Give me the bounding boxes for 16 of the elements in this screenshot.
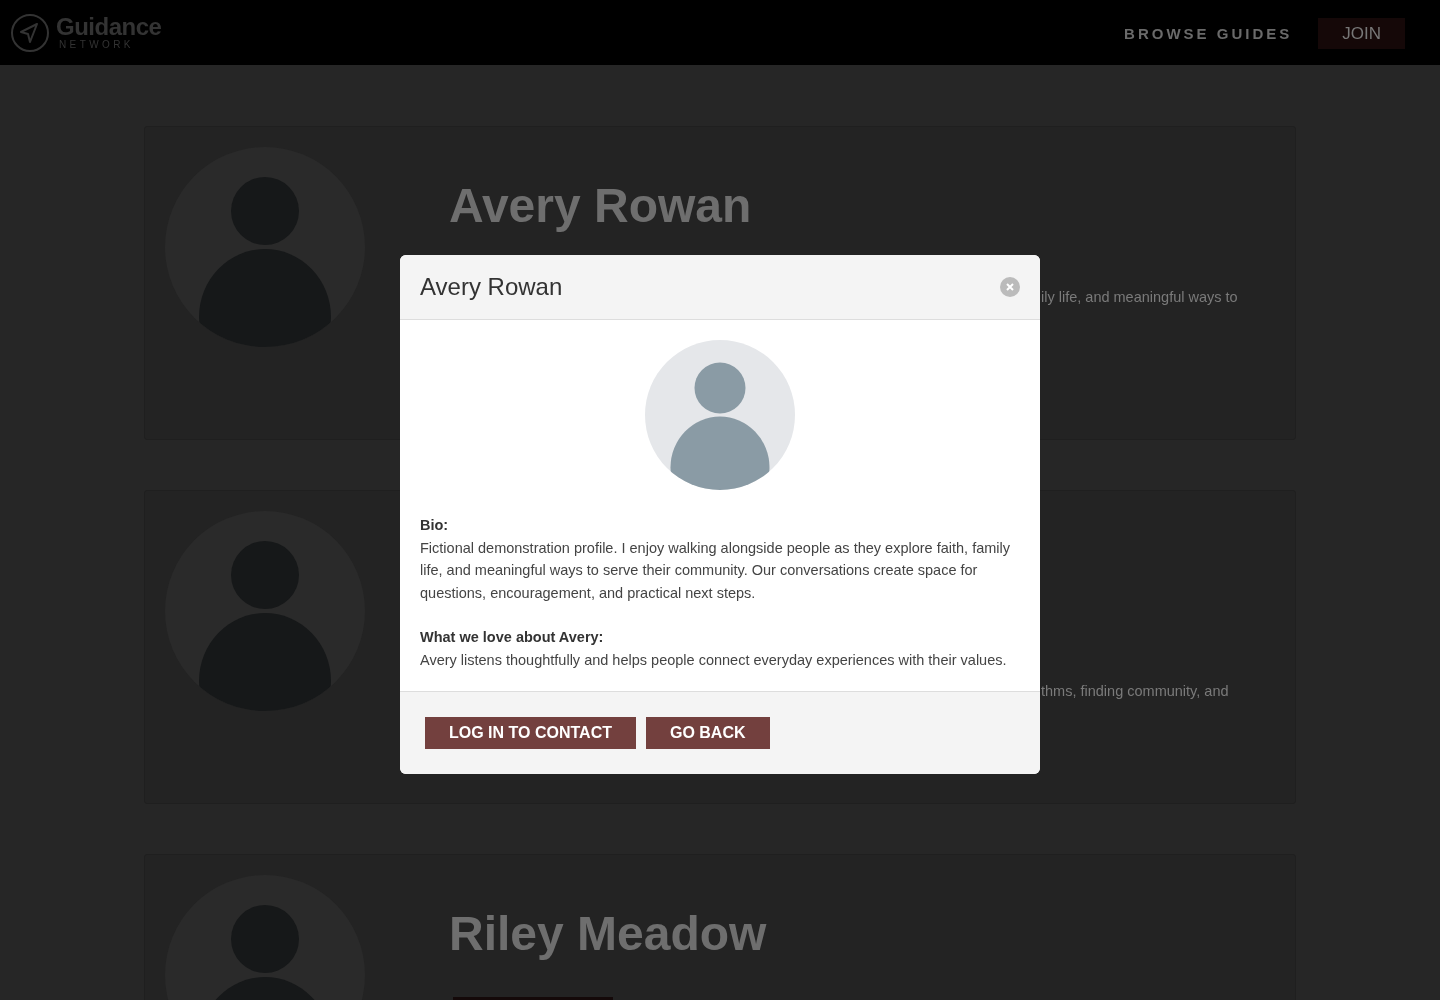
- love-text: Avery listens thoughtfully and helps people connect everyday experiences with their values.: [420, 650, 1008, 670]
- love-label: What we love about Avery:: [420, 628, 605, 647]
- avatar-icon: [645, 340, 795, 490]
- close-icon: [1006, 283, 1014, 291]
- back-button[interactable]: GO BACK: [645, 717, 770, 749]
- nav-link[interactable]: BROWSE GUIDES: [1124, 25, 1293, 42]
- profile-name: Riley Meadow: [449, 906, 768, 962]
- profile-name: Avery Rowan: [449, 178, 753, 234]
- join-button[interactable]: JOIN: [1318, 18, 1405, 49]
- profile-bio: ily life, and meaningful ways to: [1041, 289, 1239, 305]
- bio-text: Fictional demonstration profile. I enjoy walking alongside people as they explore faith, family life, and meaningful ways to serve their community. Our conversations create space for questions, encouragement, and practical next steps.: [420, 538, 1011, 603]
- profile-bio: thms, finding community, and: [1041, 683, 1230, 699]
- modal-title: Avery Rowan: [420, 273, 563, 301]
- login-button[interactable]: LOG IN TO CONTACT: [425, 717, 636, 749]
- bio-label: Bio:: [420, 516, 450, 535]
- close-button[interactable]: [1000, 277, 1020, 297]
